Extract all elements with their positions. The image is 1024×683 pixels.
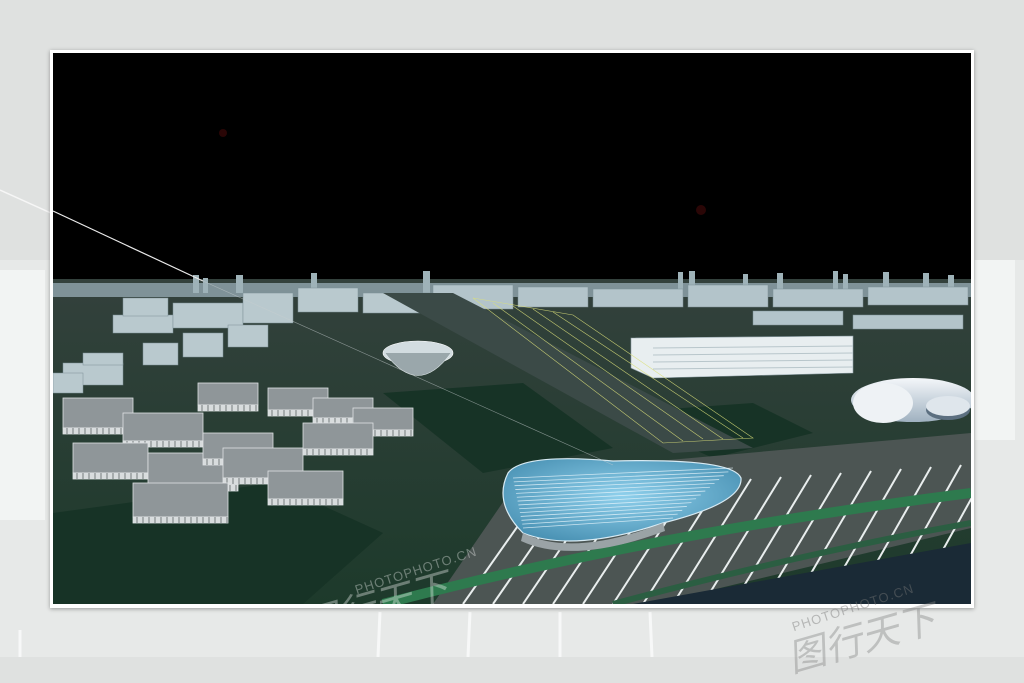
render-viewport: 图行天下 PHOTOPHOTO.CN (53, 53, 971, 604)
building (267, 470, 344, 506)
night-sky (53, 53, 971, 281)
building (132, 482, 229, 524)
pod-buildings (851, 378, 971, 423)
city-render (53, 53, 971, 604)
building (72, 442, 149, 480)
building (122, 412, 204, 448)
image-frame: 图行天下 PHOTOPHOTO.CN (50, 50, 974, 608)
large-building (630, 335, 854, 379)
building (302, 422, 374, 456)
building (197, 382, 259, 412)
building (62, 397, 134, 435)
